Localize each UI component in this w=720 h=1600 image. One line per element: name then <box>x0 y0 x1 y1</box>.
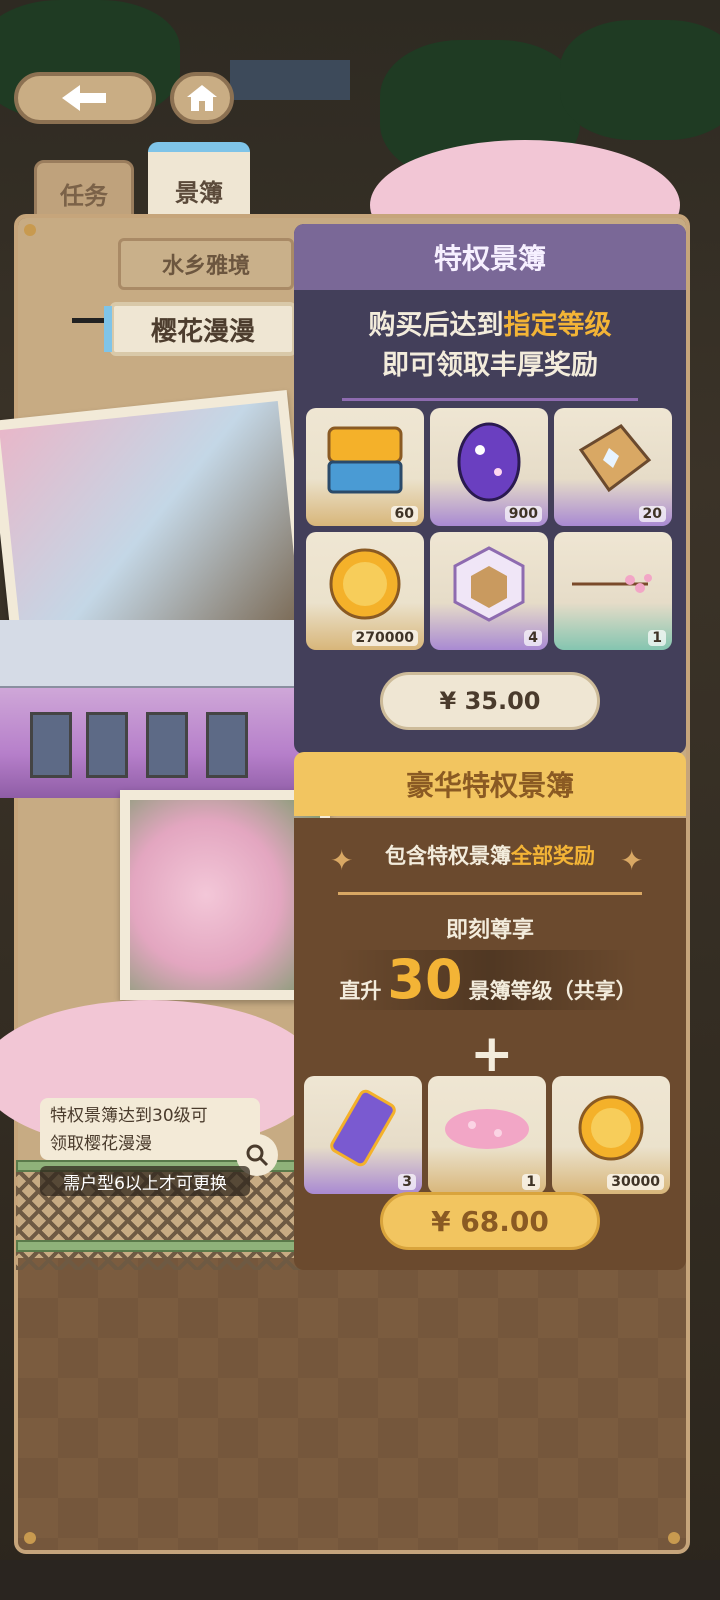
reward-count: 1 <box>522 1174 540 1190</box>
reward-count: 270000 <box>351 630 418 646</box>
level-boost: 直升 30 景簿等级（共享） <box>338 950 638 1010</box>
notice-line-2: 领取樱花漫漫 <box>50 1134 152 1154</box>
magnifier-icon <box>246 1144 269 1167</box>
deluxe-reward-item[interactable]: 1 <box>428 1076 546 1194</box>
reward-count: 60 <box>390 506 418 522</box>
train-illustration <box>0 620 300 800</box>
deluxe-panel: ✦ 包含特权景簿全部奖励 ✦ 即刻尊享 直升 30 景簿等级（共享） + 3 1… <box>294 818 686 1270</box>
reward-count: 3 <box>398 1174 416 1190</box>
privilege-buy-button[interactable]: ¥ 35.00 <box>380 672 600 730</box>
reward-item[interactable]: 4 <box>430 532 548 650</box>
hexagon-room-icon <box>453 546 525 622</box>
back-button[interactable] <box>14 72 156 124</box>
deluxe-reward-item[interactable]: 30000 <box>552 1076 670 1194</box>
reward-count: 1 <box>648 630 666 646</box>
reward-count: 900 <box>504 506 542 522</box>
desc-prefix: 购买后达到 <box>368 310 504 341</box>
include-highlight: 全部奖励 <box>511 844 595 868</box>
privilege-description: 购买后达到指定等级 即可领取丰厚奖励 <box>294 306 686 386</box>
purple-card-icon <box>330 1089 396 1167</box>
privilege-title: 特权景簿 <box>294 224 686 290</box>
home-button[interactable] <box>170 72 234 124</box>
pink-blossom-patch-icon <box>445 1108 529 1149</box>
level-suffix: 景簿等级（共享） <box>468 979 637 1003</box>
dash-marker <box>72 318 108 323</box>
enjoy-text: 即刻尊享 <box>445 918 534 943</box>
reward-item[interactable]: 60 <box>306 408 424 526</box>
reward-count: 30000 <box>607 1174 664 1190</box>
reward-item[interactable]: 900 <box>430 408 548 526</box>
gold-coin-icon <box>329 548 401 620</box>
reward-count: 20 <box>638 506 666 522</box>
place-label: 水乡雅境 <box>118 238 294 290</box>
privilege-panel: 特权景簿 购买后达到指定等级 即可领取丰厚奖励 60 900 20 270000… <box>294 224 686 754</box>
requirement-text: 需户型6以上才可更换 <box>40 1166 250 1196</box>
gold-coin-icon <box>578 1095 644 1161</box>
sparkle-icon: ✦ <box>620 844 644 877</box>
desc-highlight: 指定等级 <box>503 310 612 341</box>
unlock-notice: 特权景簿达到30级可 领取樱花漫漫 <box>40 1098 260 1160</box>
desc-line-2: 即可领取丰厚奖励 <box>382 350 598 381</box>
reward-count: 4 <box>524 630 542 646</box>
level-number: 30 <box>387 948 463 1011</box>
arrow-left-icon <box>62 85 106 111</box>
deluxe-buy-button[interactable]: ¥ 68.00 <box>380 1192 600 1250</box>
scene-name-label: 樱花漫漫 <box>104 302 296 356</box>
deluxe-title: 豪华特权景簿 <box>294 752 686 816</box>
reward-item[interactable]: 270000 <box>306 532 424 650</box>
reward-item[interactable]: 1 <box>554 532 672 650</box>
gold-ticket-box-icon <box>327 426 403 494</box>
crystal-book-icon <box>578 423 652 493</box>
plus-sign: + <box>470 1024 514 1084</box>
level-prefix: 直升 <box>339 979 382 1003</box>
home-icon <box>187 85 217 111</box>
reward-item[interactable]: 20 <box>554 408 672 526</box>
notice-line-1: 特权景簿达到30级可 <box>50 1106 208 1126</box>
deluxe-reward-item[interactable]: 3 <box>304 1076 422 1194</box>
galaxy-egg-icon <box>457 422 521 502</box>
include-prefix: 包含特权景簿 <box>385 844 511 868</box>
blossom-branch-icon <box>572 573 652 593</box>
